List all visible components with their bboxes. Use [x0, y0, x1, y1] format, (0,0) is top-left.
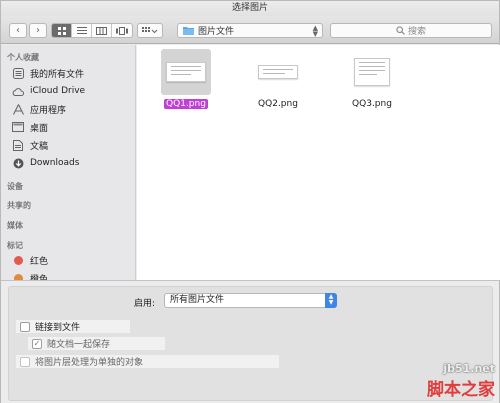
search-placeholder: 搜索	[407, 27, 426, 37]
location-label: 图片文件	[198, 27, 235, 37]
sidebar-section-tags: 标记	[7, 241, 23, 250]
column-view-button[interactable]	[92, 24, 112, 37]
updown-arrows-icon: ▲ ▼	[325, 293, 337, 308]
arrange-grid-icon	[142, 26, 158, 33]
file-name: QQ2.png	[258, 99, 298, 109]
separate-objects-checkbox[interactable]	[20, 356, 30, 367]
sidebar-item-downloads[interactable]: Downloads	[12, 155, 79, 171]
watermark-brand: 脚本之家	[427, 380, 495, 400]
orange-tag-icon	[12, 272, 24, 280]
file-item-qq3[interactable]: QQ3.png	[337, 49, 407, 109]
sidebar-item-documents[interactable]: 文稿	[12, 137, 48, 153]
sidebar-item-label: 桌面	[30, 123, 49, 134]
enable-filter-value: 所有图片文件	[170, 295, 225, 305]
folder-icon	[183, 27, 194, 35]
applications-icon	[12, 103, 24, 115]
downloads-icon	[12, 157, 24, 169]
sidebar-section-devices: 设备	[7, 182, 23, 191]
file-browser: QQ1.png QQ2.png QQ3.png	[137, 45, 500, 280]
file-dialog-window: 选择图片 ‹ › 图片文件 ▲ ▼ 搜索 个人收藏 我的所有文件 iCloud …	[0, 0, 500, 403]
checkmark-icon: ✓	[33, 339, 41, 348]
sidebar-item-label: 红色	[30, 256, 49, 267]
enable-label: 启用:	[134, 299, 156, 309]
chevron-left-icon: ‹	[16, 25, 20, 36]
sidebar-section-favorites: 个人收藏	[7, 53, 39, 62]
separate-objects-checkbox-row[interactable]: 将图片层处理为单独的对象	[16, 355, 279, 368]
sidebar-item-label: 橙色	[30, 274, 49, 281]
file-name: QQ1.png	[164, 99, 208, 109]
search-icon	[396, 26, 405, 35]
updown-arrows-icon: ▲ ▼	[312, 24, 318, 38]
image-thumbnail-icon	[258, 65, 298, 79]
coverflow-icon	[116, 26, 128, 35]
toolbar: ‹ › 图片文件 ▲ ▼ 搜索	[1, 16, 499, 44]
view-mode-segment	[51, 23, 133, 38]
file-item-qq2[interactable]: QQ2.png	[243, 49, 313, 109]
location-popup[interactable]: 图片文件 ▲ ▼	[177, 23, 323, 38]
image-thumbnail-icon	[166, 62, 206, 82]
image-thumbnail-icon	[354, 58, 390, 86]
forward-button[interactable]: ›	[29, 23, 47, 38]
sidebar-item-label: 应用程序	[30, 105, 67, 116]
options-panel: 启用: 所有图片文件 ▲ ▼ 链接到文件 ✓ 随文档一起保存 将图片层处理为单独的…	[1, 280, 499, 403]
icon-view-button[interactable]	[52, 24, 72, 37]
columns-icon	[96, 26, 107, 35]
documents-icon	[12, 139, 24, 151]
search-field[interactable]: 搜索	[330, 23, 492, 38]
sidebar-section-media: 媒体	[7, 221, 23, 230]
list-view-button[interactable]	[72, 24, 92, 37]
watermark: jb51.net 脚本之家	[427, 362, 495, 400]
chevron-right-icon: ›	[36, 25, 40, 36]
sidebar-item-label: iCloud Drive	[30, 86, 86, 96]
cloud-icon	[12, 85, 24, 97]
sidebar-item-desktop[interactable]: 桌面	[12, 119, 48, 135]
sidebar-item-label: Downloads	[30, 158, 80, 168]
link-to-file-checkbox-row[interactable]: 链接到文件	[16, 320, 130, 333]
sidebar-item-label: 我的所有文件	[30, 69, 85, 80]
back-button[interactable]: ‹	[9, 23, 27, 38]
file-thumbnail	[253, 49, 303, 95]
file-item-qq1[interactable]: QQ1.png	[151, 49, 221, 109]
all-files-icon	[12, 67, 24, 79]
sidebar-item-all-files[interactable]: 我的所有文件	[12, 65, 84, 81]
save-with-document-checkbox-row[interactable]: ✓ 随文档一起保存	[28, 337, 165, 350]
save-with-document-label: 随文档一起保存	[47, 340, 111, 350]
window-title: 选择图片	[1, 1, 499, 16]
enable-filter-popup[interactable]: 所有图片文件 ▲ ▼	[164, 293, 337, 308]
list-icon	[76, 26, 87, 34]
sidebar-section-shared: 共享的	[7, 201, 31, 210]
file-thumbnail	[347, 49, 397, 95]
link-to-file-label: 链接到文件	[35, 323, 81, 333]
sidebar-item-label: 文稿	[30, 141, 49, 152]
grid-icon	[57, 26, 66, 35]
red-tag-icon	[12, 254, 24, 266]
desktop-icon	[12, 121, 24, 133]
link-to-file-checkbox[interactable]	[20, 321, 30, 332]
file-name: QQ3.png	[352, 99, 392, 109]
watermark-site: jb51.net	[443, 362, 495, 375]
sidebar-item-applications[interactable]: 应用程序	[12, 101, 66, 117]
file-thumbnail	[161, 49, 211, 95]
sidebar: 个人收藏 我的所有文件 iCloud Drive 应用程序 桌面 文稿 Down…	[1, 45, 136, 280]
sidebar-tag-red[interactable]: 红色	[12, 252, 48, 268]
separate-objects-label: 将图片层处理为单独的对象	[35, 358, 144, 368]
save-with-document-checkbox[interactable]: ✓	[32, 338, 42, 349]
sidebar-tag-orange[interactable]: 橙色	[12, 270, 48, 280]
coverflow-view-button[interactable]	[112, 24, 132, 37]
sidebar-item-icloud-drive[interactable]: iCloud Drive	[12, 83, 85, 99]
arrange-button[interactable]	[137, 23, 163, 38]
